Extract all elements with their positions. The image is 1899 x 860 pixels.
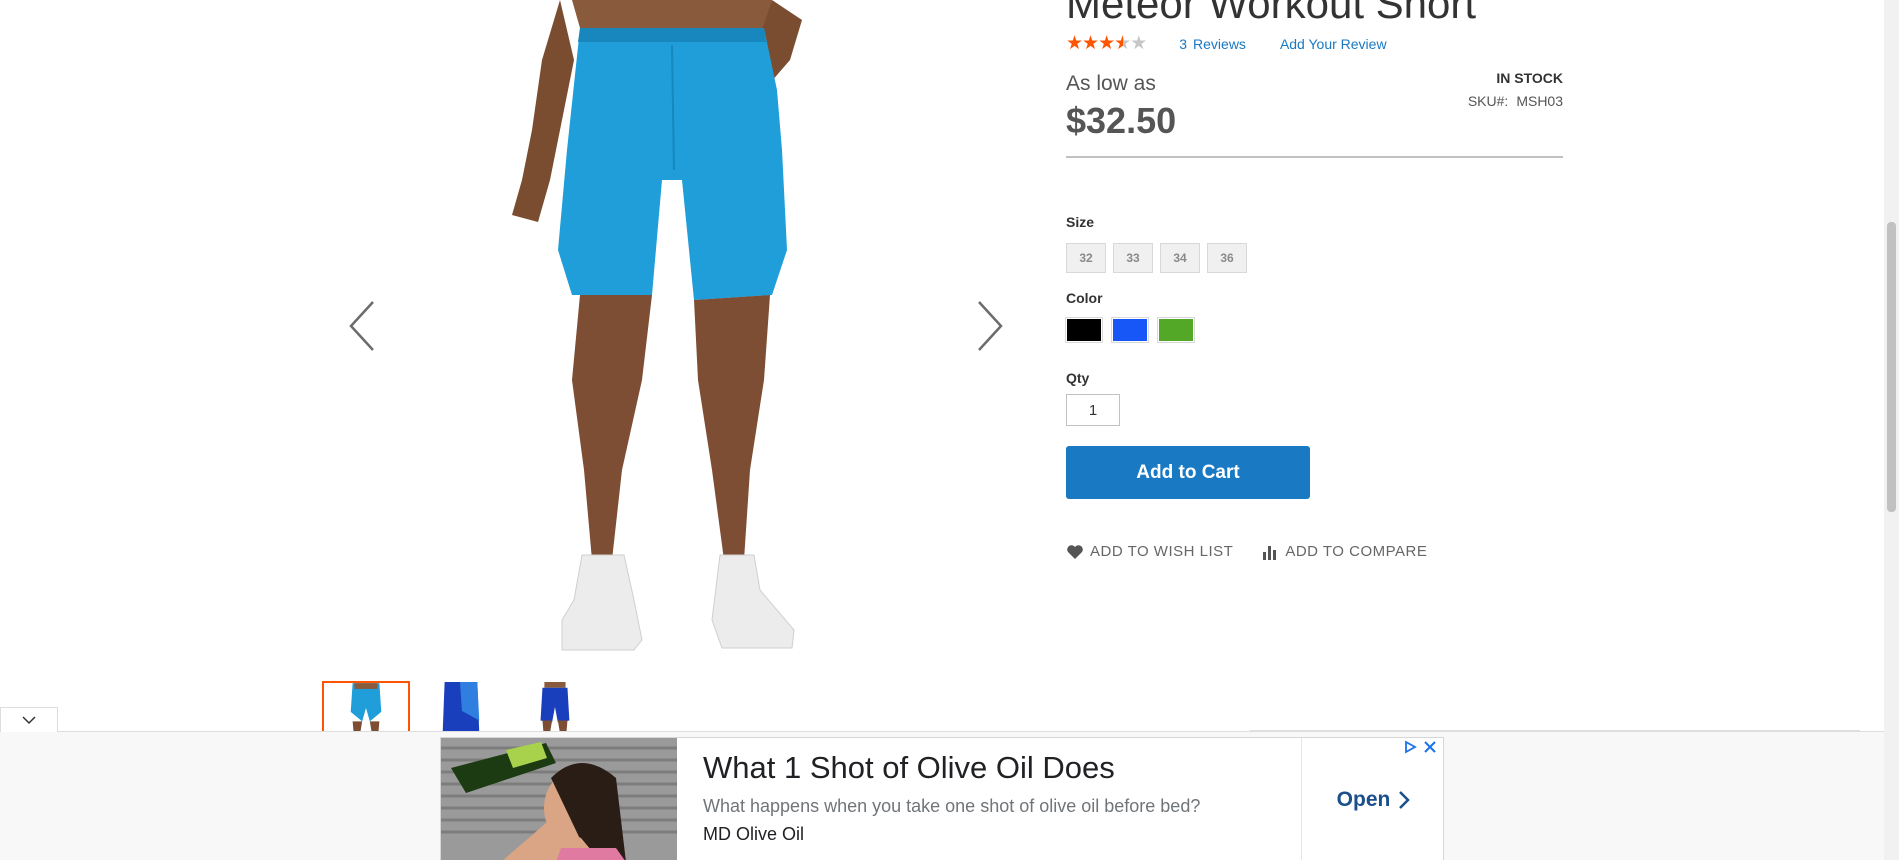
ad-close-icon[interactable] bbox=[1423, 740, 1437, 754]
sku-label: SKU#: bbox=[1467, 93, 1509, 109]
ad-image[interactable] bbox=[441, 738, 677, 860]
heart-icon bbox=[1067, 544, 1083, 559]
size-option[interactable]: 36 bbox=[1207, 243, 1247, 273]
gallery-thumbnail[interactable] bbox=[510, 681, 598, 733]
ad-advertiser: MD Olive Oil bbox=[703, 824, 805, 844]
color-swatch-blue[interactable] bbox=[1111, 317, 1149, 343]
stock-status: IN STOCK bbox=[1496, 70, 1563, 86]
product-price: $32.50 bbox=[1066, 100, 1177, 141]
qty-input[interactable] bbox=[1066, 394, 1120, 426]
color-options bbox=[1065, 317, 1195, 343]
compare-chart-icon bbox=[1263, 545, 1277, 560]
add-to-compare-link[interactable]: ADD TO COMPARE bbox=[1261, 543, 1427, 560]
page-scrollbar[interactable] bbox=[1884, 0, 1899, 860]
rating-stars: ★ ★ ★ ★ ★ bbox=[1066, 33, 1147, 54]
ad-banner-bar: What 1 Shot of Olive Oil Does What happe… bbox=[0, 731, 1884, 860]
color-swatch-black[interactable] bbox=[1065, 317, 1103, 343]
gallery-thumbnail[interactable] bbox=[416, 681, 504, 733]
star-icon: ★ bbox=[1066, 33, 1083, 54]
ad-description: What happens when you take one shot of o… bbox=[703, 796, 1201, 816]
size-label: Size bbox=[1066, 214, 1095, 230]
compare-label: ADD TO COMPARE bbox=[1285, 543, 1428, 560]
collapse-toggle[interactable] bbox=[0, 707, 58, 732]
scrollbar-thumb[interactable] bbox=[1887, 222, 1896, 512]
chevron-right-icon bbox=[1399, 791, 1411, 809]
sku-value: MSH03 bbox=[1516, 93, 1563, 109]
chevron-down-icon bbox=[22, 716, 36, 725]
add-to-wishlist-link[interactable]: ADD TO WISH LIST bbox=[1066, 543, 1233, 560]
ad-open-label: Open bbox=[1336, 788, 1391, 811]
sku: SKU#: MSH03 bbox=[1468, 93, 1563, 109]
size-option[interactable]: 33 bbox=[1113, 243, 1153, 273]
gallery-next-arrow-icon[interactable] bbox=[975, 300, 1005, 352]
rating-summary: ★ ★ ★ ★ ★ 3 Reviews Add Your Review bbox=[1066, 34, 1387, 54]
size-option[interactable]: 34 bbox=[1160, 243, 1200, 273]
color-swatch-green[interactable] bbox=[1157, 317, 1195, 343]
ad-choices-icon[interactable] bbox=[1403, 740, 1417, 754]
reviews-word: Reviews bbox=[1193, 36, 1246, 52]
reviews-count: 3 bbox=[1179, 36, 1188, 52]
star-empty-icon: ★ bbox=[1130, 33, 1147, 54]
add-review-link[interactable]: Add Your Review bbox=[1280, 36, 1387, 52]
color-label: Color bbox=[1066, 290, 1103, 306]
gallery-thumbnail[interactable] bbox=[322, 681, 410, 733]
divider bbox=[1066, 156, 1563, 158]
ad-open-button[interactable]: Open bbox=[1301, 738, 1445, 860]
ad-banner[interactable]: What 1 Shot of Olive Oil Does What happe… bbox=[440, 737, 1444, 860]
wishlist-label: ADD TO WISH LIST bbox=[1090, 543, 1234, 560]
add-to-cart-button[interactable]: Add to Cart bbox=[1066, 446, 1310, 499]
price-prefix: As low as bbox=[1066, 72, 1156, 95]
reviews-link[interactable]: 3 Reviews bbox=[1179, 36, 1246, 52]
product-title: Meteor Workout Short bbox=[1066, 0, 1477, 27]
product-main-image[interactable] bbox=[502, 0, 832, 675]
size-options: 32 33 34 36 bbox=[1066, 243, 1247, 273]
product-actions: ADD TO WISH LIST ADD TO COMPARE bbox=[1066, 543, 1427, 560]
product-gallery bbox=[322, 0, 1012, 675]
size-option[interactable]: 32 bbox=[1066, 243, 1106, 273]
gallery-thumbnails bbox=[322, 681, 598, 733]
gallery-prev-arrow-icon[interactable] bbox=[347, 300, 377, 352]
star-icon: ★ bbox=[1082, 33, 1099, 54]
star-half-icon: ★ bbox=[1114, 33, 1131, 54]
qty-label: Qty bbox=[1066, 370, 1090, 386]
star-icon: ★ bbox=[1098, 33, 1115, 54]
ad-headline[interactable]: What 1 Shot of Olive Oil Does bbox=[703, 750, 1115, 786]
